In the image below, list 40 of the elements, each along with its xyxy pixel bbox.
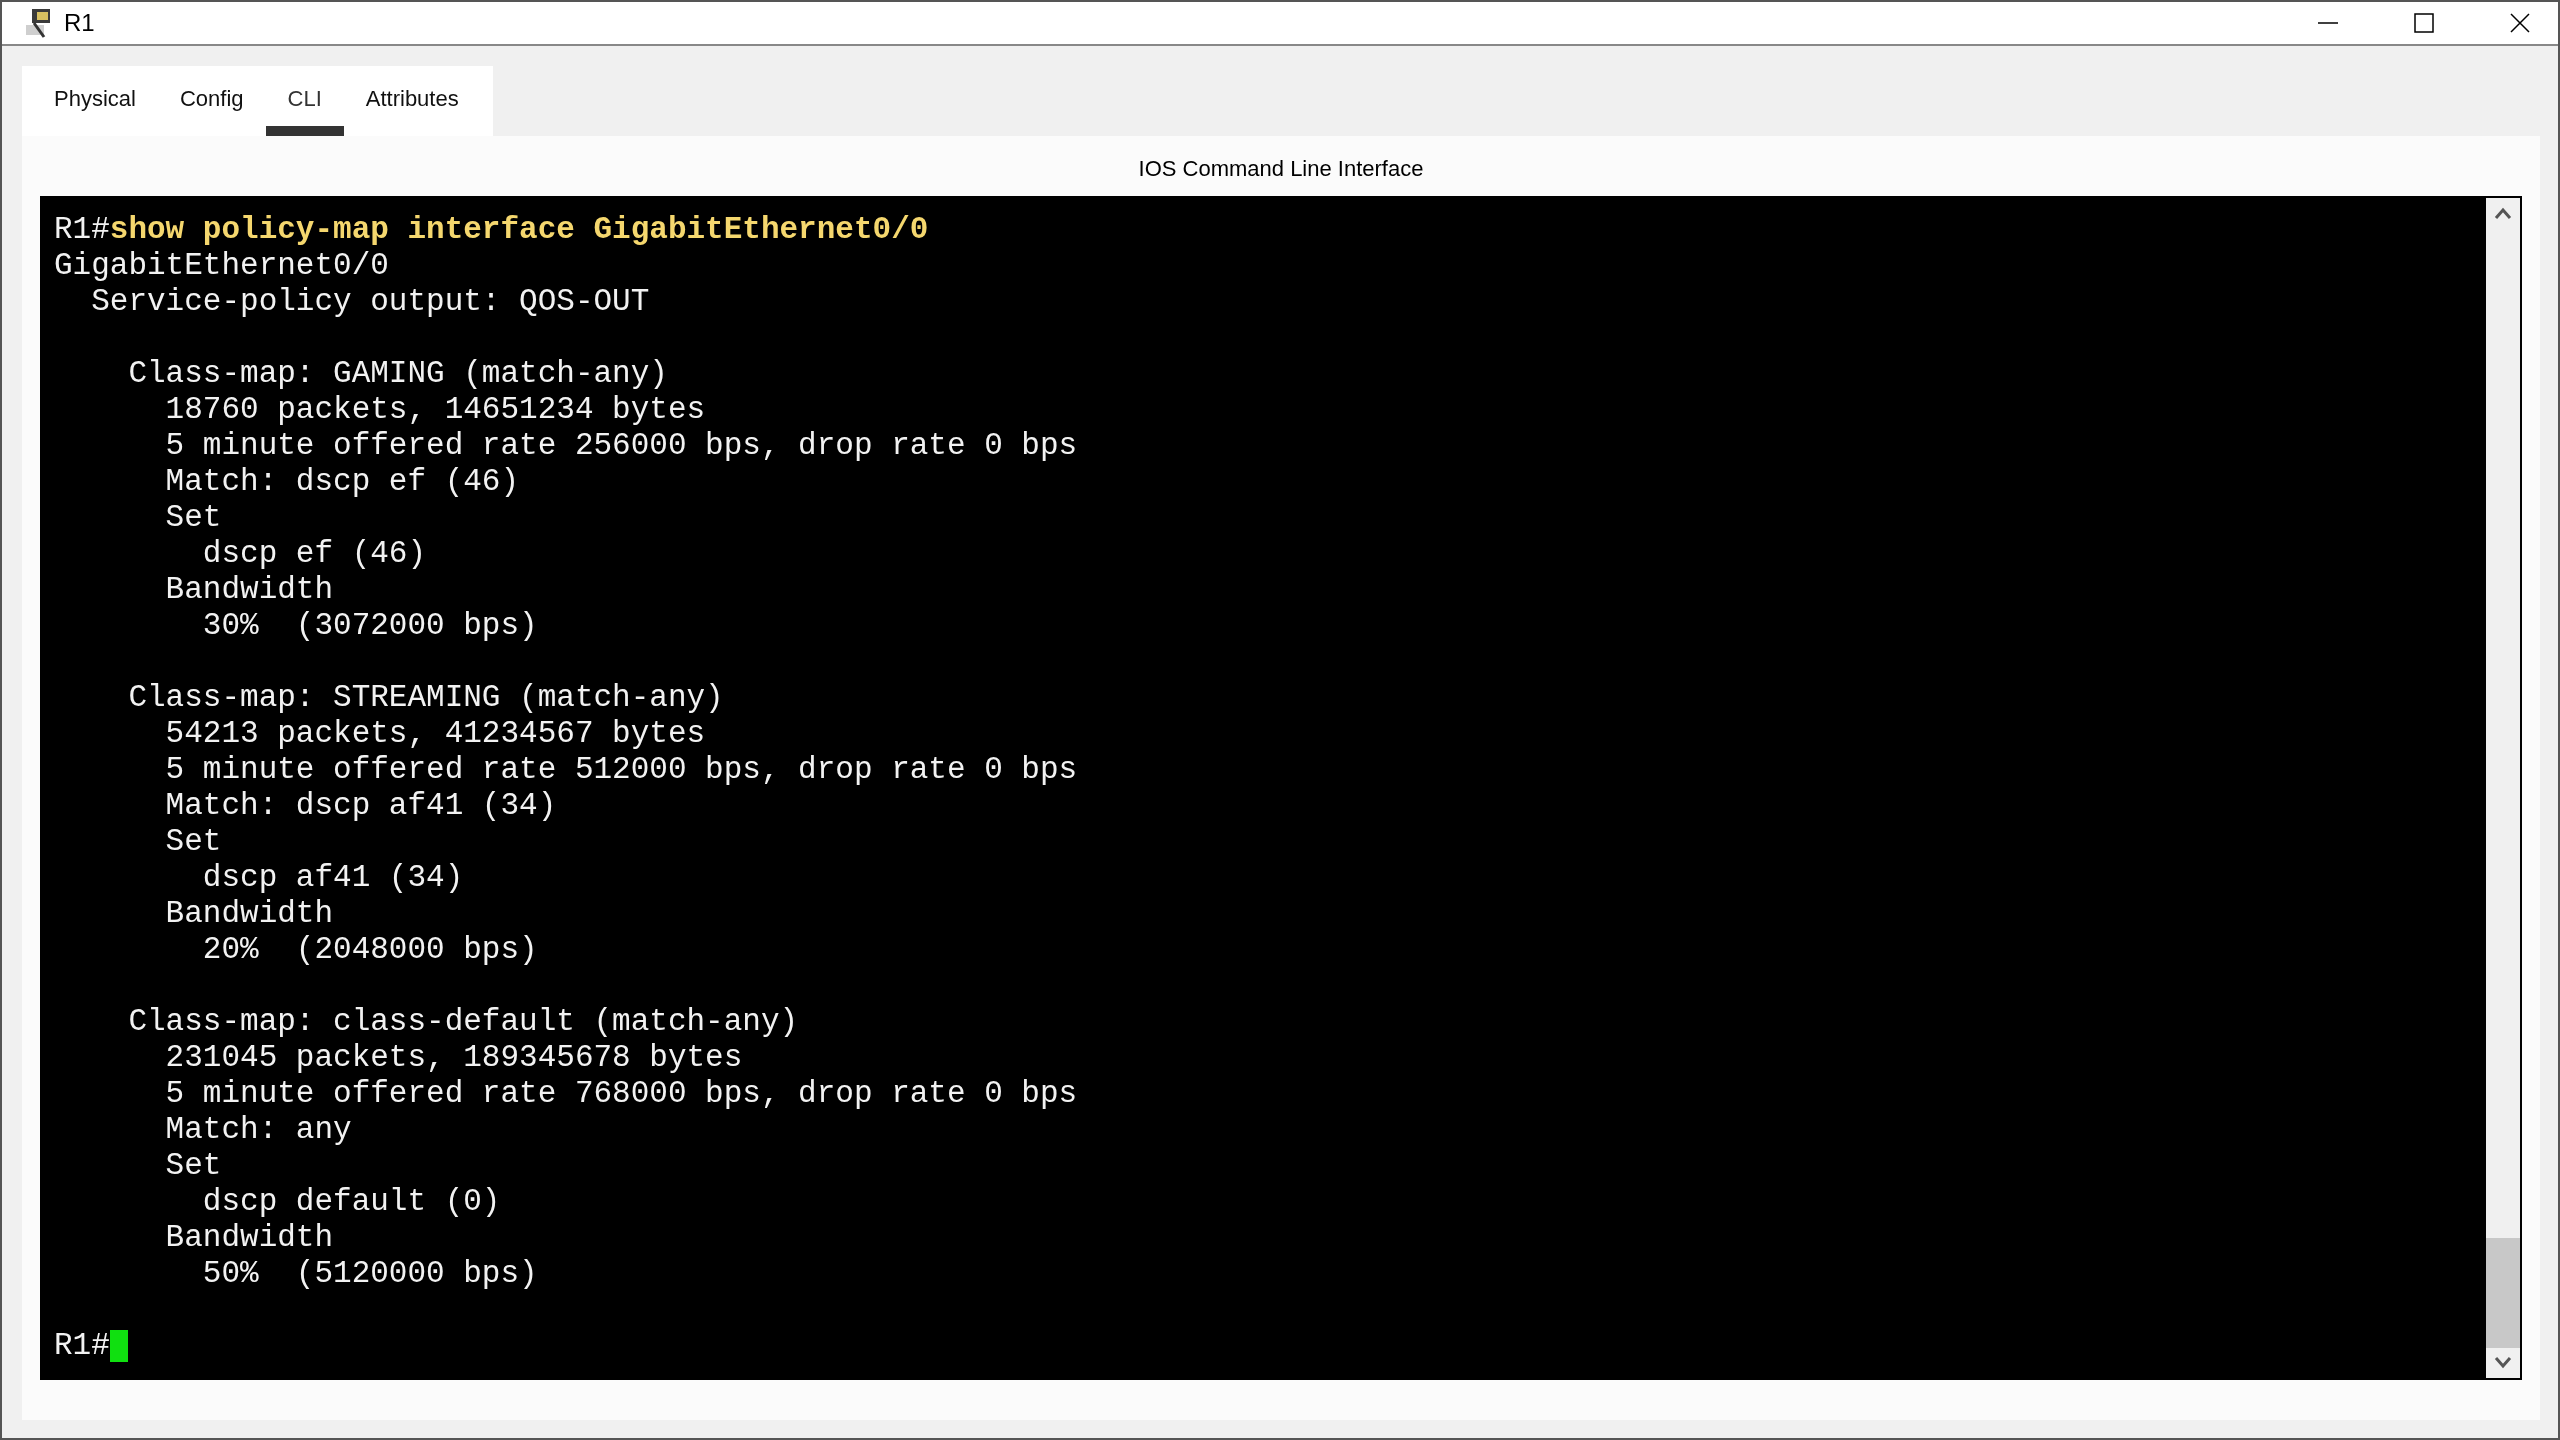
panel-title: IOS Command Line Interface — [1137, 155, 1425, 183]
output-line: Service-policy output: QOS-OUT — [90, 284, 651, 320]
output-line: 54213 packets, 41234567 bytes — [164, 716, 707, 752]
output-line: Bandwidth — [164, 896, 335, 932]
output-line: 5 minute offered rate 768000 bps, drop rate 0 bps — [164, 1076, 1079, 1112]
tab[interactable]: Attributes — [343, 76, 481, 136]
output-line: dscp ef (46) — [201, 536, 428, 572]
scroll-down-icon[interactable] — [2493, 1356, 2513, 1370]
output-line: 50% (5120000 bps) — [201, 1256, 539, 1292]
output-line: Set — [164, 824, 223, 860]
scrollbar-thumb[interactable] — [2486, 1238, 2520, 1348]
output-line: 231045 packets, 189345678 bytes — [164, 1040, 744, 1076]
scroll-up-icon[interactable] — [2493, 206, 2513, 220]
maximize-icon[interactable] — [2414, 13, 2434, 33]
output-line: Match: dscp af41 (34) — [164, 788, 558, 824]
output-line: 5 minute offered rate 256000 bps, drop rate 0 bps — [164, 428, 1079, 464]
window-title: R1 — [64, 9, 95, 37]
close-icon[interactable] — [2510, 13, 2530, 33]
output-line: Class-map: GAMING (match-any) — [127, 356, 669, 392]
tab[interactable]: Physical — [32, 76, 158, 136]
output-line: Set — [164, 1148, 223, 1184]
tab[interactable]: Config — [157, 76, 266, 136]
output-line: Bandwidth — [164, 1220, 335, 1256]
terminal-console[interactable] — [40, 196, 2522, 1380]
output-line: 30% (3072000 bps) — [201, 608, 539, 644]
output-line: 18760 packets, 14651234 bytes — [164, 392, 707, 428]
scrollbar[interactable] — [2486, 198, 2520, 1378]
command-line: R1#show policy-map interface GigabitEthernet0/0 — [54, 212, 930, 248]
output-line: GigabitEthernet0/0 — [54, 248, 390, 284]
output-line: Match: dscp ef (46) — [164, 464, 521, 500]
output-line: Match: any — [164, 1112, 353, 1148]
output-line: Class-map: class-default (match-any) — [127, 1004, 800, 1040]
output-line: Bandwidth — [164, 572, 335, 608]
prompt-text: R1# — [54, 1328, 110, 1364]
output-line: dscp default (0) — [201, 1184, 502, 1220]
output-line: 20% (2048000 bps) — [201, 932, 539, 968]
output-line: Set — [164, 500, 223, 536]
output-line: 5 minute offered rate 512000 bps, drop rate 0 bps — [164, 752, 1079, 788]
output-line: Class-map: STREAMING (match-any) — [127, 680, 725, 716]
output-line: dscp af41 (34) — [201, 860, 465, 896]
